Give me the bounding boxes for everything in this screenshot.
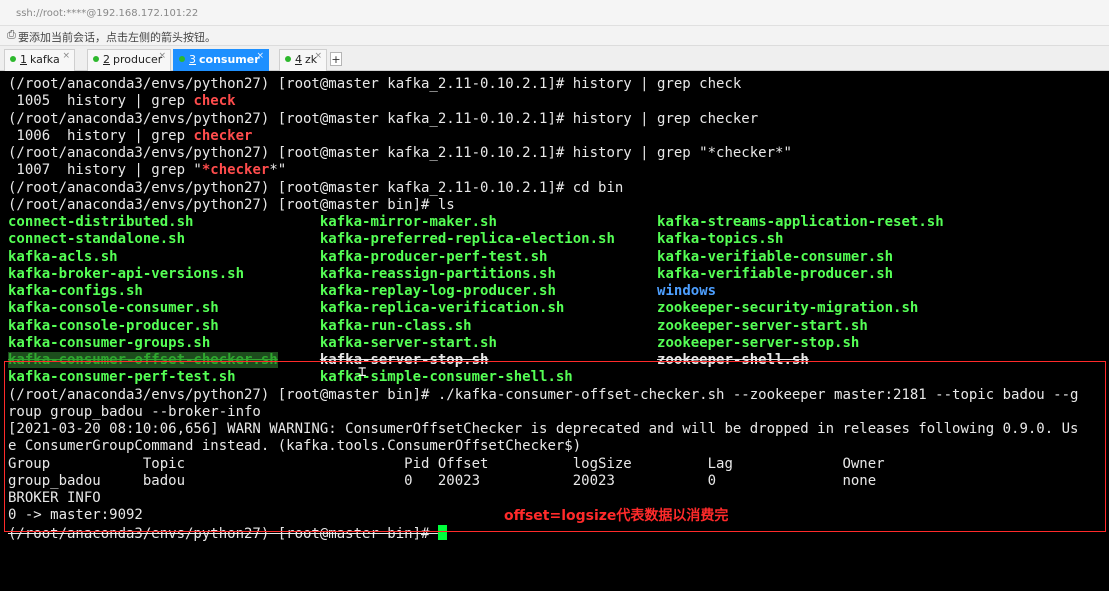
tab-label: consumer	[199, 53, 260, 66]
terminal-line: (/root/anaconda3/envs/python27) [root@ma…	[8, 110, 759, 127]
terminal-line: 1007 history | grep "	[8, 162, 202, 179]
terminal-line: (/root/anaconda3/envs/python27) [root@ma…	[8, 179, 624, 196]
ls-entry: kafka-replica-verification.sh	[319, 300, 565, 317]
terminal-line: 1005 history | grep	[8, 93, 194, 110]
status-dot-icon	[285, 56, 291, 62]
tab-number: 2	[103, 53, 110, 66]
tab-label: kafka	[30, 53, 60, 66]
tab-number: 3	[189, 53, 196, 66]
grep-highlight: *checker	[201, 162, 270, 179]
table-row: group_badou badou 0 20023 20023 0 none	[8, 472, 877, 489]
terminal-line: roup group_badou --broker-info	[8, 403, 261, 420]
address-bar[interactable]: ssh://root:****@192.168.172.101:22	[0, 0, 1109, 26]
grep-highlight: checker	[193, 127, 253, 144]
tab-consumer[interactable]: 3 consumer ×	[173, 49, 269, 71]
terminal-line: 0 -> master:9092	[8, 507, 143, 524]
ls-entry: kafka-verifiable-producer.sh	[657, 265, 894, 282]
ls-entry: kafka-run-class.sh	[319, 317, 472, 334]
bookmark-icon[interactable]: ⎙	[7, 29, 17, 41]
terminal-line: (/root/anaconda3/envs/python27) [root@ma…	[8, 386, 1079, 403]
shell-prompt: (/root/anaconda3/envs/python27) [root@ma…	[8, 525, 438, 542]
terminal-line: (/root/anaconda3/envs/python27) [root@ma…	[8, 145, 792, 161]
close-icon[interactable]: ×	[314, 46, 322, 66]
annotation-note: offset=logsize代表数据以消费完	[504, 508, 729, 524]
address-text: ssh://root:****@192.168.172.101:22	[16, 8, 199, 19]
tab-strip: 1 kafka × 2 producer × 3 consumer × 4 zk…	[0, 46, 1109, 111]
ls-entry: kafka-topics.sh	[657, 231, 784, 248]
tip-text: 要添加当前会话，点击左侧的箭头按钮。	[18, 31, 216, 44]
tab-kafka[interactable]: 1 kafka ×	[4, 49, 75, 71]
ls-entry: kafka-reassign-partitions.sh	[319, 265, 556, 282]
ls-entry: connect-standalone.sh	[8, 231, 186, 248]
ls-entry: kafka-server-start.sh	[319, 334, 497, 351]
ls-entry: kafka-console-consumer.sh	[8, 300, 219, 317]
grep-highlight: check	[193, 93, 236, 110]
cursor	[437, 524, 447, 540]
ls-entry: zookeeper-server-stop.sh	[657, 334, 860, 351]
tab-producer[interactable]: 2 producer ×	[87, 49, 171, 71]
ls-entry: kafka-server-stop.sh	[319, 352, 489, 368]
ls-entry: kafka-consumer-groups.sh	[8, 334, 211, 351]
ls-entry: kafka-consumer-perf-test.sh	[8, 369, 236, 386]
ls-entry: kafka-console-producer.sh	[8, 317, 219, 334]
terminal-line: 1006 history | grep	[8, 127, 194, 144]
ls-entry: windows	[657, 283, 717, 299]
ls-entry: kafka-mirror-maker.sh	[319, 214, 497, 230]
ls-entry: zookeeper-server-start.sh	[657, 317, 868, 334]
status-dot-icon	[179, 56, 185, 62]
close-icon[interactable]: ×	[256, 46, 264, 66]
close-icon[interactable]: ×	[62, 46, 70, 66]
ls-entry: kafka-acls.sh	[8, 248, 118, 265]
close-icon[interactable]: ×	[158, 46, 166, 66]
terminal-line: BROKER INFO	[8, 490, 101, 506]
text-cursor-icon: ⌶	[358, 364, 367, 380]
ls-entry: kafka-replay-log-producer.sh	[319, 283, 556, 299]
terminal-output: (/root/anaconda3/envs/python27) [root@ma…	[8, 76, 1078, 543]
terminal-line: e ConsumerGroupCommand instead. (kafka.t…	[8, 438, 582, 455]
ls-entry: kafka-preferred-replica-election.sh	[319, 231, 615, 248]
ls-entry: zookeeper-security-migration.sh	[657, 300, 919, 317]
tip-bar: ⎙ 要添加当前会话，点击左侧的箭头按钮。	[0, 26, 1109, 46]
tab-label: producer	[113, 53, 163, 66]
status-dot-icon	[10, 56, 16, 62]
ls-entry: zookeeper-shell.sh	[657, 352, 809, 368]
ls-entry: kafka-verifiable-consumer.sh	[657, 248, 894, 265]
terminal-line: [2021-03-20 08:10:06,656] WARN WARNING: …	[8, 421, 1079, 437]
terminal-line: (/root/anaconda3/envs/python27) [root@ma…	[8, 76, 742, 92]
ls-entry: kafka-configs.sh	[8, 283, 143, 299]
ls-entry: connect-distributed.sh	[8, 214, 194, 230]
terminal-line: *"	[269, 162, 287, 179]
table-header: Group Topic Pid Offset logSize Lag Owner	[8, 455, 885, 472]
add-tab-button[interactable]: +	[330, 52, 342, 66]
tab-number: 4	[295, 53, 302, 66]
ls-entry: kafka-streams-application-reset.sh	[657, 214, 944, 230]
ls-entry: kafka-broker-api-versions.sh	[8, 265, 245, 282]
ls-output: connect-distributed.sh kafka-mirror-make…	[8, 214, 944, 385]
status-dot-icon	[93, 56, 99, 62]
ls-entry: kafka-producer-perf-test.sh	[319, 248, 548, 265]
tab-zk[interactable]: 4 zk ×	[279, 49, 327, 71]
terminal-line: (/root/anaconda3/envs/python27) [root@ma…	[8, 196, 455, 213]
tab-number: 1	[20, 53, 27, 66]
ls-entry: kafka-consumer-offset-checker.sh	[8, 352, 278, 368]
